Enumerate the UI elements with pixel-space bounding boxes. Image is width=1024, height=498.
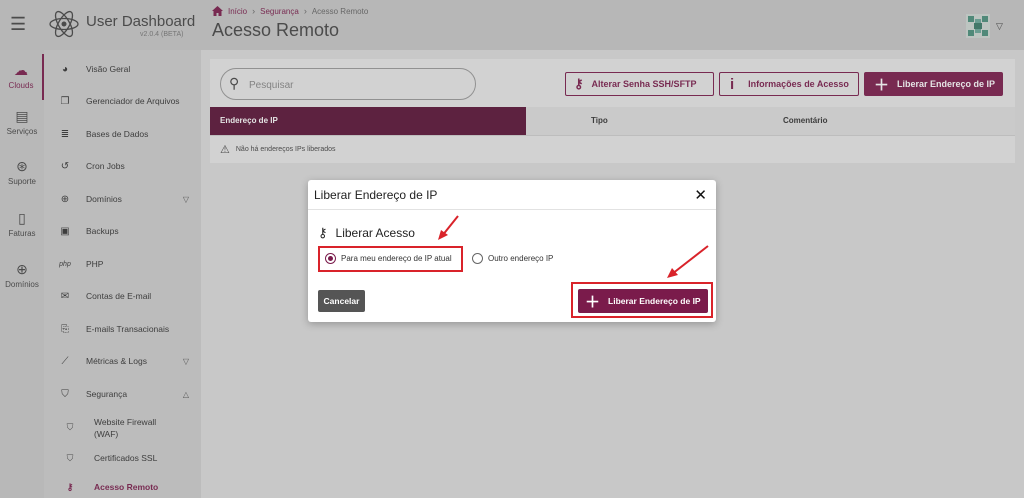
plus-icon: ＋	[585, 293, 601, 311]
annotation-arrow-icon	[438, 215, 459, 240]
modal-header: Liberar Endereço de IP ✕	[308, 180, 716, 210]
close-icon[interactable]: ✕	[694, 186, 707, 204]
modal-title: Liberar Endereço de IP	[314, 188, 438, 202]
radio-current-ip[interactable]: Para meu endereço de IP atual	[325, 253, 452, 264]
release-ip-modal: Liberar Endereço de IP ✕ ⚷ Liberar Acess…	[308, 180, 716, 322]
radio-checked-icon	[325, 253, 336, 264]
key-icon: ⚷	[318, 225, 328, 240]
annotation-arrow-icon	[667, 245, 709, 278]
radio-other-ip[interactable]: Outro endereço IP	[472, 253, 553, 264]
section-title-label: Liberar Acesso	[335, 226, 415, 240]
section-title: ⚷ Liberar Acesso	[318, 225, 415, 241]
radio-unchecked-icon	[472, 253, 483, 264]
cancel-button[interactable]: Cancelar	[318, 290, 365, 312]
button-label: Liberar Endereço de IP	[608, 296, 701, 306]
radio-label: Outro endereço IP	[488, 254, 554, 263]
confirm-release-ip-button[interactable]: ＋ Liberar Endereço de IP	[578, 289, 708, 313]
radio-label: Para meu endereço de IP atual	[341, 254, 452, 263]
